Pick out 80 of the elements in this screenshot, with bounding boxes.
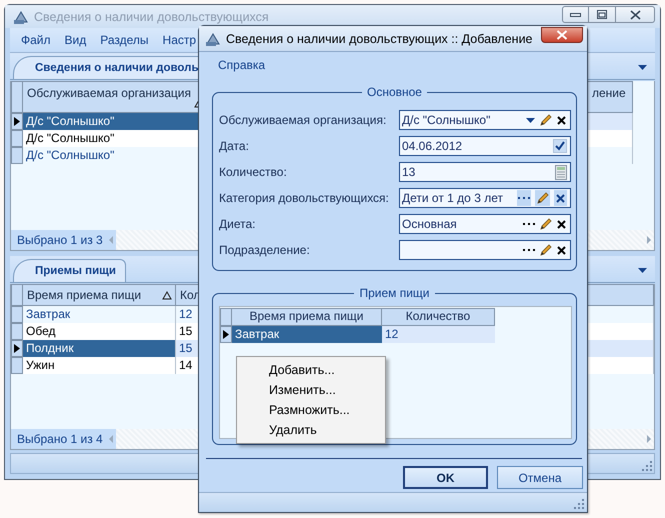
resize-grip-icon <box>642 461 652 471</box>
selection-count: Выбрано 1 из 3 <box>11 230 106 250</box>
maximize-button[interactable] <box>589 6 616 23</box>
close-icon <box>630 10 640 20</box>
menu-item[interactable]: Файл <box>21 33 51 47</box>
column-header[interactable]: Время приема пищи <box>232 308 382 326</box>
pencil-icon[interactable] <box>536 192 549 204</box>
input-field[interactable]: 04.06.2012 <box>399 136 571 156</box>
selection-count: Выбрано 1 из 4 <box>11 429 106 449</box>
menu-item[interactable]: Справка <box>218 58 266 72</box>
clear-icon[interactable] <box>556 218 567 230</box>
menu-item[interactable]: Размножить... <box>237 400 385 420</box>
column-title: Время приема пищи <box>27 288 142 302</box>
input-field[interactable]: 13 <box>399 162 571 182</box>
table-cell: Полдник <box>23 340 176 357</box>
minimize-button[interactable] <box>562 6 589 23</box>
current-row-icon <box>14 344 20 353</box>
group-title: Основное <box>362 85 427 99</box>
clear-icon[interactable] <box>555 192 566 204</box>
dropdown-icon[interactable] <box>638 268 647 273</box>
dialog-button[interactable]: OK <box>403 466 488 489</box>
dialog-title: Сведения о наличии довольствующих :: Добавление <box>226 32 534 46</box>
group-title: Прием пищи <box>354 286 435 300</box>
field-label: Обслуживаемая организация: <box>219 113 388 127</box>
row-header <box>220 308 232 326</box>
menu-item[interactable]: Вид <box>64 33 86 47</box>
app-icon <box>205 30 221 46</box>
pencil-icon[interactable] <box>539 114 552 126</box>
current-row-icon <box>14 117 20 126</box>
minimize-icon <box>570 12 581 16</box>
field-label: Категория довольствующихся: <box>219 191 390 205</box>
calculator-icon[interactable] <box>555 164 567 180</box>
column-header[interactable]: ление <box>588 81 633 113</box>
row-header[interactable] <box>11 113 23 130</box>
input-field[interactable]: Основная <box>399 214 571 234</box>
column-title: Обслуживаемая организация <box>27 86 191 100</box>
table-cell: Завтрак <box>232 326 382 343</box>
table-cell: 12 <box>382 326 495 343</box>
table-cell: Обед <box>23 323 176 340</box>
close-button[interactable] <box>541 27 583 43</box>
field-label: Подразделение: <box>219 243 311 257</box>
current-row-icon <box>223 330 229 339</box>
menu-item[interactable]: Настр <box>162 33 196 47</box>
clear-icon[interactable] <box>556 244 567 256</box>
menu-item[interactable]: Удалить <box>237 420 385 440</box>
field-label: Количество: <box>219 165 288 179</box>
column-header[interactable]: Количество <box>382 308 495 326</box>
ellipsis-icon[interactable] <box>523 248 535 252</box>
app-icon <box>13 8 29 24</box>
clear-icon[interactable] <box>556 114 567 126</box>
close-icon <box>556 30 568 40</box>
menu-item[interactable]: Изменить... <box>237 380 385 400</box>
input-field[interactable]: Д/с "Солнышко" <box>399 110 571 130</box>
ellipsis-icon[interactable] <box>518 196 530 200</box>
resize-grip-icon <box>574 499 584 509</box>
panel-tab[interactable]: Приемы пищи <box>13 259 126 282</box>
table-cell <box>588 113 633 130</box>
close-button[interactable] <box>616 6 655 23</box>
pencil-icon[interactable] <box>539 244 552 256</box>
sort-icon[interactable] <box>162 290 172 300</box>
pencil-icon[interactable] <box>539 218 552 230</box>
dropdown-icon[interactable] <box>638 65 647 70</box>
table-cell: Ужин <box>23 357 176 374</box>
ellipsis-icon[interactable] <box>523 222 535 226</box>
table-cell: Завтрак <box>23 306 176 323</box>
dropdown-icon[interactable] <box>526 118 535 122</box>
field-label: Дата: <box>219 139 250 153</box>
row-header[interactable] <box>220 326 232 343</box>
input-field[interactable]: Дети от 1 до 3 лет <box>399 188 571 208</box>
menu-item[interactable]: Разделы <box>100 33 149 47</box>
row-header <box>11 284 23 306</box>
window-title: Сведения о наличии довольствующихся <box>34 10 270 24</box>
check-icon[interactable] <box>553 139 567 153</box>
input-field[interactable] <box>399 240 571 260</box>
column-header[interactable]: Время приема пищи <box>23 284 176 306</box>
dialog-button[interactable]: Отмена <box>497 466 583 489</box>
field-label: Диета: <box>219 217 256 231</box>
maximize-icon <box>597 10 607 19</box>
table-cell <box>588 130 633 147</box>
row-header[interactable] <box>11 340 23 357</box>
